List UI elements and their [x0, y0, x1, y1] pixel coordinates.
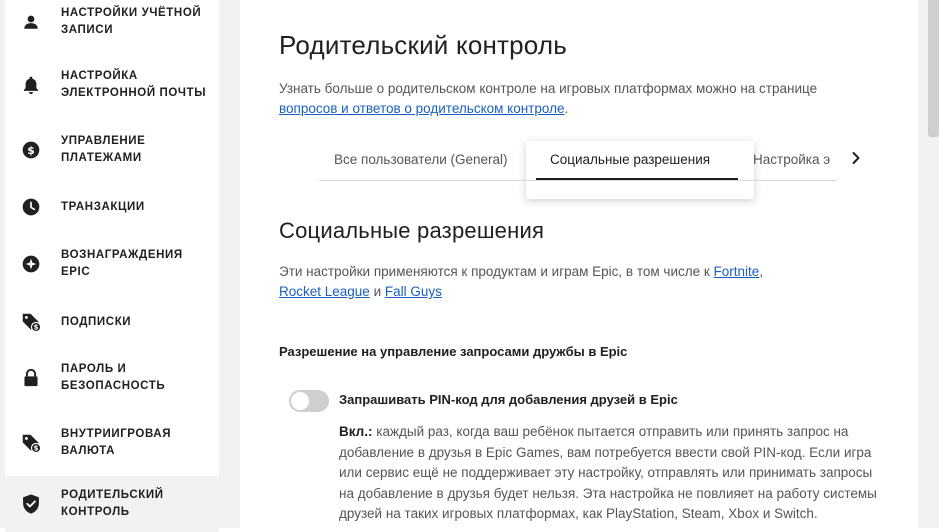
- pin-for-friends-toggle[interactable]: [289, 390, 329, 412]
- star-badge-icon: [20, 253, 42, 275]
- sidebar-item-label: Пароль и безопасность: [61, 363, 166, 392]
- fortnite-link[interactable]: Fortnite: [714, 264, 760, 279]
- sidebar-item-account-settings[interactable]: Настройки учётной записи: [5, 0, 219, 48]
- chevron-right-icon: [851, 151, 861, 170]
- fall-guys-link[interactable]: Fall Guys: [385, 284, 442, 299]
- tab-scroll-right-button[interactable]: [848, 150, 864, 170]
- intro-text: Узнать больше о родительском контроле на…: [279, 79, 879, 119]
- bell-icon: [20, 74, 42, 96]
- sidebar-item-parental-controls[interactable]: Родительский контроль: [5, 476, 219, 532]
- comma: ,: [759, 264, 764, 279]
- scrollbar-thumb[interactable]: [928, 0, 939, 137]
- tab-settings-truncated[interactable]: Настройка э: [753, 140, 837, 180]
- parental-controls-faq-link[interactable]: вопросов и ответов о родительском контро…: [279, 101, 564, 116]
- desc-body: каждый раз, когда ваш ребёнок пытается о…: [339, 424, 877, 521]
- sidebar-item-password-security[interactable]: Пароль и безопасность: [5, 352, 219, 404]
- sidebar-item-label: Транзакции: [61, 200, 145, 213]
- sidebar-item-subscriptions[interactable]: $ Подписки: [5, 296, 219, 348]
- sidebar-item-label: Управление платежами: [61, 135, 146, 164]
- user-icon: [20, 11, 42, 33]
- toggle-knob: [291, 392, 309, 410]
- intro-text-end: .: [564, 101, 569, 116]
- tag-dollar-icon: $: [20, 432, 42, 454]
- section-title: Социальные разрешения: [279, 218, 545, 243]
- sidebar-item-label: Внутриигровая валюта: [61, 428, 172, 457]
- sidebar-item-transactions[interactable]: Транзакции: [5, 181, 219, 233]
- sidebar-item-label: Родительский контроль: [61, 489, 164, 518]
- sidebar-item-label: Настройка электронной почты: [61, 70, 207, 99]
- lock-icon: [20, 367, 42, 389]
- svg-text:$: $: [34, 324, 39, 332]
- sidebar-item-epic-rewards[interactable]: Вознаграждения Epic: [5, 238, 219, 290]
- active-tab-underline: [536, 178, 738, 180]
- desc-prefix: Вкл.:: [339, 424, 373, 439]
- sidebar-item-payments[interactable]: $ Управление платежами: [5, 124, 219, 176]
- page-title: Родительский контроль: [279, 30, 568, 60]
- tab-all-users[interactable]: Все пользователи (General): [334, 140, 508, 180]
- sidebar-item-label: Вознаграждения Epic: [61, 249, 183, 278]
- dollar-icon: $: [20, 139, 42, 161]
- clock-icon: [20, 196, 42, 218]
- section-description-body: Эти настройки применяются к продуктам и …: [279, 264, 714, 279]
- intro-text-body: Узнать больше о родительском контроле на…: [279, 81, 818, 96]
- and-conjunction: и: [369, 284, 385, 299]
- tab-bar: Все пользователи (General) Социальные ра…: [319, 140, 837, 182]
- sidebar-item-email-settings[interactable]: Настройка электронной почты: [5, 59, 219, 111]
- sidebar-item-label: Подписки: [61, 315, 132, 328]
- tag-dollar-icon: $: [20, 311, 42, 333]
- sidebar-item-label: Настройки учётной записи: [61, 7, 202, 36]
- svg-text:$: $: [34, 445, 39, 453]
- tab-bar-divider: [319, 180, 837, 181]
- shield-check-icon: [20, 493, 42, 515]
- tab-social-permissions[interactable]: Социальные разрешения: [550, 140, 710, 180]
- pin-for-friends-label: Запрашивать PIN-код для добавления друзе…: [339, 392, 678, 407]
- svg-text:$: $: [27, 144, 35, 157]
- rocket-league-link[interactable]: Rocket League: [279, 284, 370, 299]
- section-description: Эти настройки применяются к продуктам и …: [279, 262, 879, 302]
- sidebar: Настройки учётной записи Настройка элект…: [0, 0, 240, 532]
- pin-for-friends-description: Вкл.: каждый раз, когда ваш ребёнок пыта…: [339, 422, 884, 525]
- friend-requests-heading: Разрешение на управление запросами дружб…: [279, 344, 628, 359]
- sidebar-item-in-game-currency[interactable]: $ Внутриигровая валюта: [5, 417, 219, 469]
